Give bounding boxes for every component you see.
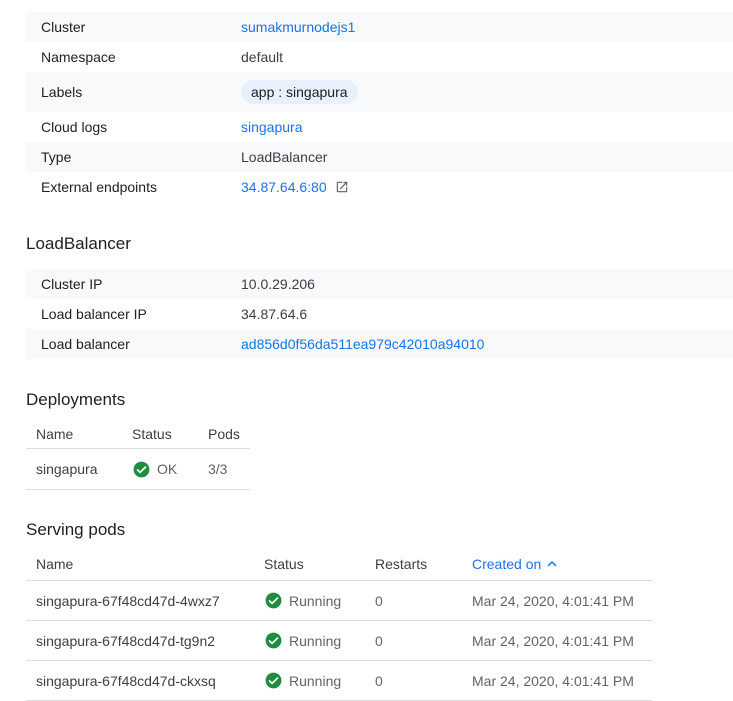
external-endpoint-link[interactable]: 34.87.64.6:80 bbox=[241, 179, 327, 195]
pods-name-header[interactable]: Name bbox=[26, 548, 264, 581]
deployment-status: OK bbox=[157, 461, 178, 477]
table-row: singapura OK 3/3 bbox=[26, 448, 250, 490]
pod-created-on: Mar 24, 2020, 4:01:41 PM bbox=[472, 660, 652, 701]
pods-created-header[interactable]: Created on bbox=[472, 548, 652, 581]
table-row: singapura-67f48cd47d-4wxz7 Running 0 Mar… bbox=[26, 580, 652, 621]
pod-name[interactable]: singapura-67f48cd47d-ckxsq bbox=[26, 660, 264, 701]
deployments-status-header[interactable]: Status bbox=[132, 420, 208, 449]
open-in-new-icon[interactable] bbox=[335, 180, 349, 194]
row-lb-ip: Load balancer IP 34.87.64.6 bbox=[26, 299, 733, 329]
pod-restarts: 0 bbox=[375, 660, 472, 701]
external-endpoints-value: 34.87.64.6:80 bbox=[241, 179, 349, 195]
cluster-ip-value: 10.0.29.206 bbox=[241, 276, 315, 292]
pod-created-on: Mar 24, 2020, 4:01:41 PM bbox=[472, 620, 652, 661]
pod-status: Running bbox=[289, 592, 342, 609]
deployments-header-row: Name Status Pods bbox=[26, 420, 250, 449]
check-circle-icon bbox=[265, 592, 282, 609]
label-chip: app : singapura bbox=[241, 80, 358, 104]
row-load-balancer: Load balancer ad856d0f56da511ea979c42010… bbox=[26, 329, 733, 359]
lb-label: Load balancer bbox=[41, 336, 130, 352]
check-circle-icon bbox=[265, 672, 282, 689]
deployments-pods-header[interactable]: Pods bbox=[208, 420, 250, 449]
cluster-ip-label: Cluster IP bbox=[41, 276, 103, 292]
pod-status: Running bbox=[289, 632, 342, 649]
type-value: LoadBalancer bbox=[241, 149, 328, 165]
deployment-name[interactable]: singapura bbox=[26, 448, 132, 490]
namespace-label: Namespace bbox=[41, 49, 116, 65]
cluster-link[interactable]: sumakmurnodejs1 bbox=[241, 19, 355, 35]
service-details: Cluster sumakmurnodejs1 Namespace defaul… bbox=[26, 12, 733, 202]
pod-status-cell: Running bbox=[264, 580, 375, 621]
pod-restarts: 0 bbox=[375, 620, 472, 661]
pod-name[interactable]: singapura-67f48cd47d-4wxz7 bbox=[26, 580, 264, 621]
row-cluster: Cluster sumakmurnodejs1 bbox=[26, 12, 733, 42]
pod-status-cell: Running bbox=[264, 620, 375, 661]
check-circle-icon bbox=[265, 632, 282, 649]
serving-pods-title: Serving pods bbox=[26, 520, 126, 539]
pods-created-header-label[interactable]: Created on bbox=[472, 556, 541, 572]
deployment-status-cell: OK bbox=[132, 448, 208, 490]
row-cloud-logs: Cloud logs singapura bbox=[26, 112, 733, 142]
row-cluster-ip: Cluster IP 10.0.29.206 bbox=[26, 269, 733, 299]
type-label: Type bbox=[41, 149, 72, 165]
row-namespace: Namespace default bbox=[26, 42, 733, 72]
external-endpoints-label: External endpoints bbox=[41, 179, 157, 195]
cluster-label: Cluster bbox=[41, 19, 86, 35]
deployments-title: Deployments bbox=[26, 390, 126, 409]
row-external-endpoints: External endpoints 34.87.64.6:80 bbox=[26, 172, 733, 202]
pod-status-cell: Running bbox=[264, 660, 375, 701]
deployments-table: Name Status Pods singapura OK 3/3 bbox=[26, 420, 250, 490]
deployment-pods: 3/3 bbox=[208, 448, 250, 490]
pods-status-header[interactable]: Status bbox=[264, 548, 375, 581]
pod-status: Running bbox=[289, 672, 342, 689]
row-labels: Labels app : singapura bbox=[26, 72, 733, 112]
pods-header-row: Name Status Restarts Created on bbox=[26, 548, 652, 581]
table-row: singapura-67f48cd47d-tg9n2 Running 0 Mar… bbox=[26, 620, 652, 661]
cloud-logs-link[interactable]: singapura bbox=[241, 119, 303, 135]
deployments-name-header[interactable]: Name bbox=[26, 420, 132, 449]
pod-name[interactable]: singapura-67f48cd47d-tg9n2 bbox=[26, 620, 264, 661]
lb-ip-label: Load balancer IP bbox=[41, 306, 147, 322]
pod-restarts: 0 bbox=[375, 580, 472, 621]
namespace-value: default bbox=[241, 49, 284, 65]
arrow-up-icon[interactable] bbox=[547, 559, 557, 569]
cloud-logs-label: Cloud logs bbox=[41, 119, 108, 135]
loadbalancer-details: Cluster IP 10.0.29.206 Load balancer IP … bbox=[26, 269, 733, 359]
labels-value: app : singapura bbox=[241, 80, 358, 104]
table-row: singapura-67f48cd47d-ckxsq Running 0 Mar… bbox=[26, 660, 652, 701]
lb-ip-value: 34.87.64.6 bbox=[241, 306, 308, 322]
row-type: Type LoadBalancer bbox=[26, 142, 733, 172]
serving-pods-table: Name Status Restarts Created on singapur… bbox=[26, 548, 652, 701]
check-circle-icon bbox=[133, 461, 150, 477]
loadbalancer-title: LoadBalancer bbox=[26, 234, 131, 253]
load-balancer-link[interactable]: ad856d0f56da511ea979c42010a94010 bbox=[241, 336, 484, 352]
pods-restarts-header[interactable]: Restarts bbox=[375, 548, 472, 581]
labels-label: Labels bbox=[41, 84, 83, 100]
pod-created-on: Mar 24, 2020, 4:01:41 PM bbox=[472, 580, 652, 621]
